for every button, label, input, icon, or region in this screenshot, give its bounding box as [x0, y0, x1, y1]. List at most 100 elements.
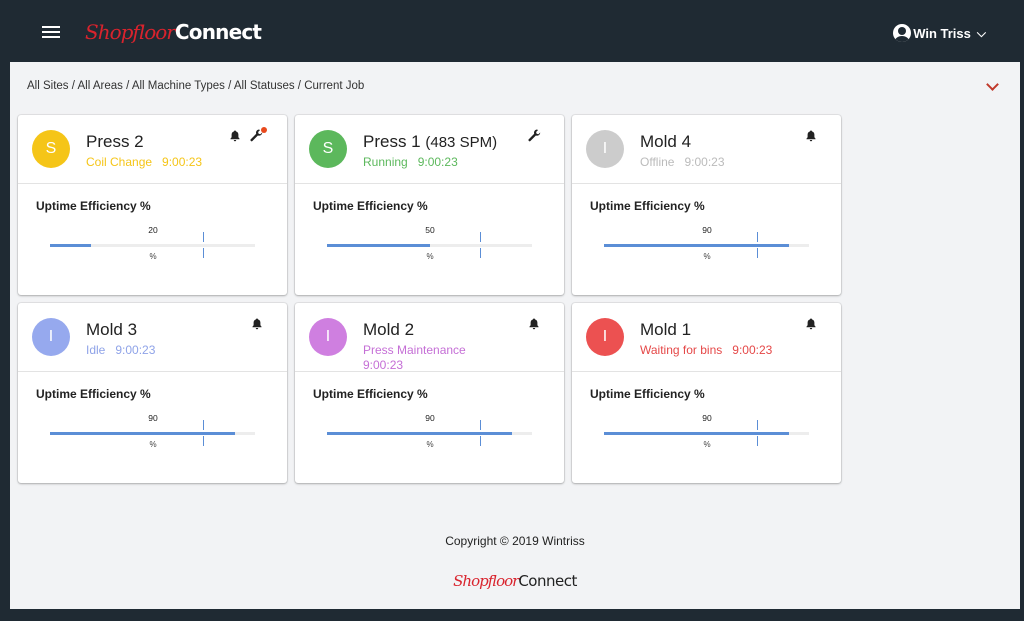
- efficiency-title: Uptime Efficiency %: [590, 387, 705, 401]
- card-body: Uptime Efficiency % 50%: [295, 184, 564, 294]
- machine-card[interactable]: I Mold 1 Waiting for bins 9:00:23 Uptime Ef…: [572, 303, 841, 483]
- status-line: Coil Change 9:00:23: [86, 155, 236, 170]
- status-time: 9:00:23: [684, 155, 725, 169]
- efficiency-title: Uptime Efficiency %: [313, 199, 428, 213]
- filter-expand-icon[interactable]: [986, 80, 1000, 94]
- status-avatar: S: [309, 130, 347, 168]
- efficiency-title: Uptime Efficiency %: [36, 199, 151, 213]
- status-avatar: I: [586, 318, 624, 356]
- machine-status: Offline: [640, 155, 675, 169]
- efficiency-bar-fill: [327, 244, 430, 247]
- card-header: S Press 2 Coil Change 9:00:23: [18, 115, 287, 184]
- machine-name-text: Press 2: [86, 132, 144, 151]
- status-line: Running 9:00:23: [363, 155, 513, 170]
- efficiency-bar: [50, 432, 255, 435]
- footer-logo: ShopfloorConnect: [10, 572, 1020, 591]
- efficiency-title: Uptime Efficiency %: [313, 387, 428, 401]
- menu-icon[interactable]: [42, 26, 60, 40]
- status-time: 9:00:23: [732, 343, 773, 357]
- machine-name: Press 2: [86, 132, 144, 152]
- machine-name: Mold 2: [363, 320, 414, 340]
- machine-name: Mold 4: [640, 132, 691, 152]
- machine-card[interactable]: S Press 1 (483 SPM) Running 9:00:23 Uptime E…: [295, 115, 564, 295]
- efficiency-unit: %: [703, 252, 711, 261]
- machine-name-text: Press 1: [363, 132, 421, 151]
- wrench-icon[interactable]: [528, 129, 541, 142]
- efficiency-value: 50: [425, 225, 435, 235]
- machine-name-text: Mold 3: [86, 320, 138, 339]
- logo-connect-text: Connect: [174, 20, 262, 44]
- efficiency-target-marker: [757, 420, 758, 446]
- logo-shopfloor-text: Shopfloor: [85, 20, 176, 44]
- card-header: I Mold 2 Press Maintenance 9:00:23: [295, 303, 564, 372]
- footer-logo-shopfloor: Shopfloor: [453, 572, 519, 590]
- status-line: Offline 9:00:23: [640, 155, 790, 170]
- app-logo[interactable]: ShopfloorConnect: [85, 18, 262, 46]
- user-menu[interactable]: Win Triss ⌵: [893, 24, 986, 42]
- machine-card[interactable]: I Mold 3 Idle 9:00:23 Uptime Efficiency % 90…: [18, 303, 287, 483]
- machine-name-text: Mold 1: [640, 320, 692, 339]
- bell-icon[interactable]: [529, 318, 539, 330]
- machine-card[interactable]: S Press 2 Coil Change 9:00:23 Uptime Effici…: [18, 115, 287, 295]
- user-circle-icon: [893, 24, 912, 42]
- machine-card[interactable]: I Mold 4 Offline 9:00:23 Uptime Efficiency …: [572, 115, 841, 295]
- footer-logo-connect: Connect: [518, 572, 577, 590]
- machine-name: Mold 1: [640, 320, 691, 340]
- efficiency-target-marker: [480, 420, 481, 446]
- status-avatar: I: [32, 318, 70, 356]
- card-header: S Press 1 (483 SPM) Running 9:00:23: [295, 115, 564, 184]
- top-bar: ShopfloorConnect Win Triss ⌵: [0, 0, 1024, 62]
- efficiency-title: Uptime Efficiency %: [590, 199, 705, 213]
- efficiency-unit: %: [426, 252, 434, 261]
- card-header: I Mold 4 Offline 9:00:23: [572, 115, 841, 184]
- efficiency-value: 20: [148, 225, 158, 235]
- machine-status: Coil Change: [86, 155, 153, 169]
- efficiency-bar: [604, 244, 809, 247]
- card-header: I Mold 3 Idle 9:00:23: [18, 303, 287, 372]
- efficiency-target-marker: [203, 232, 204, 258]
- status-avatar: I: [586, 130, 624, 168]
- main-content: All Sites / All Areas / All Machine Type…: [10, 62, 1020, 609]
- bell-icon[interactable]: [252, 318, 262, 330]
- bell-icon[interactable]: [806, 318, 816, 330]
- efficiency-bar-fill: [50, 432, 235, 435]
- card-body: Uptime Efficiency % 90%: [572, 184, 841, 294]
- status-time: 9:00:23: [162, 155, 203, 169]
- efficiency-target-marker: [480, 232, 481, 258]
- chevron-down-icon: ⌵: [976, 25, 986, 40]
- efficiency-unit: %: [703, 440, 711, 449]
- machine-name: Mold 3: [86, 320, 137, 340]
- efficiency-unit: %: [149, 252, 157, 261]
- status-line: Waiting for bins 9:00:23: [640, 343, 790, 358]
- efficiency-bar: [327, 244, 532, 247]
- card-body: Uptime Efficiency % 20%: [18, 184, 287, 294]
- status-time: 9:00:23: [363, 358, 404, 372]
- efficiency-bar-fill: [604, 244, 789, 247]
- efficiency-value: 90: [702, 413, 712, 423]
- efficiency-target-marker: [203, 420, 204, 446]
- efficiency-bar-fill: [50, 244, 91, 247]
- efficiency-bar-fill: [327, 432, 512, 435]
- card-body: Uptime Efficiency % 90%: [295, 372, 564, 482]
- efficiency-target-marker: [757, 232, 758, 258]
- bell-icon[interactable]: [806, 130, 816, 142]
- machine-card[interactable]: I Mold 2 Press Maintenance 9:00:23 Uptime E…: [295, 303, 564, 483]
- bell-icon[interactable]: [230, 130, 240, 142]
- card-header: I Mold 1 Waiting for bins 9:00:23: [572, 303, 841, 372]
- efficiency-value: 90: [425, 413, 435, 423]
- machine-status: Idle: [86, 343, 106, 357]
- status-line: Idle 9:00:23: [86, 343, 236, 358]
- efficiency-unit: %: [149, 440, 157, 449]
- efficiency-title: Uptime Efficiency %: [36, 387, 151, 401]
- breadcrumb[interactable]: All Sites / All Areas / All Machine Type…: [27, 80, 364, 92]
- efficiency-bar-fill: [604, 432, 789, 435]
- user-name: Win Triss: [913, 25, 971, 41]
- status-avatar: I: [309, 318, 347, 356]
- card-body: Uptime Efficiency % 90%: [18, 372, 287, 482]
- machine-status: Waiting for bins: [640, 343, 723, 357]
- status-line: Press Maintenance 9:00:23: [363, 343, 513, 373]
- machine-status: Press Maintenance: [363, 343, 466, 357]
- status-avatar: S: [32, 130, 70, 168]
- efficiency-unit: %: [426, 440, 434, 449]
- machine-status: Running: [363, 155, 408, 169]
